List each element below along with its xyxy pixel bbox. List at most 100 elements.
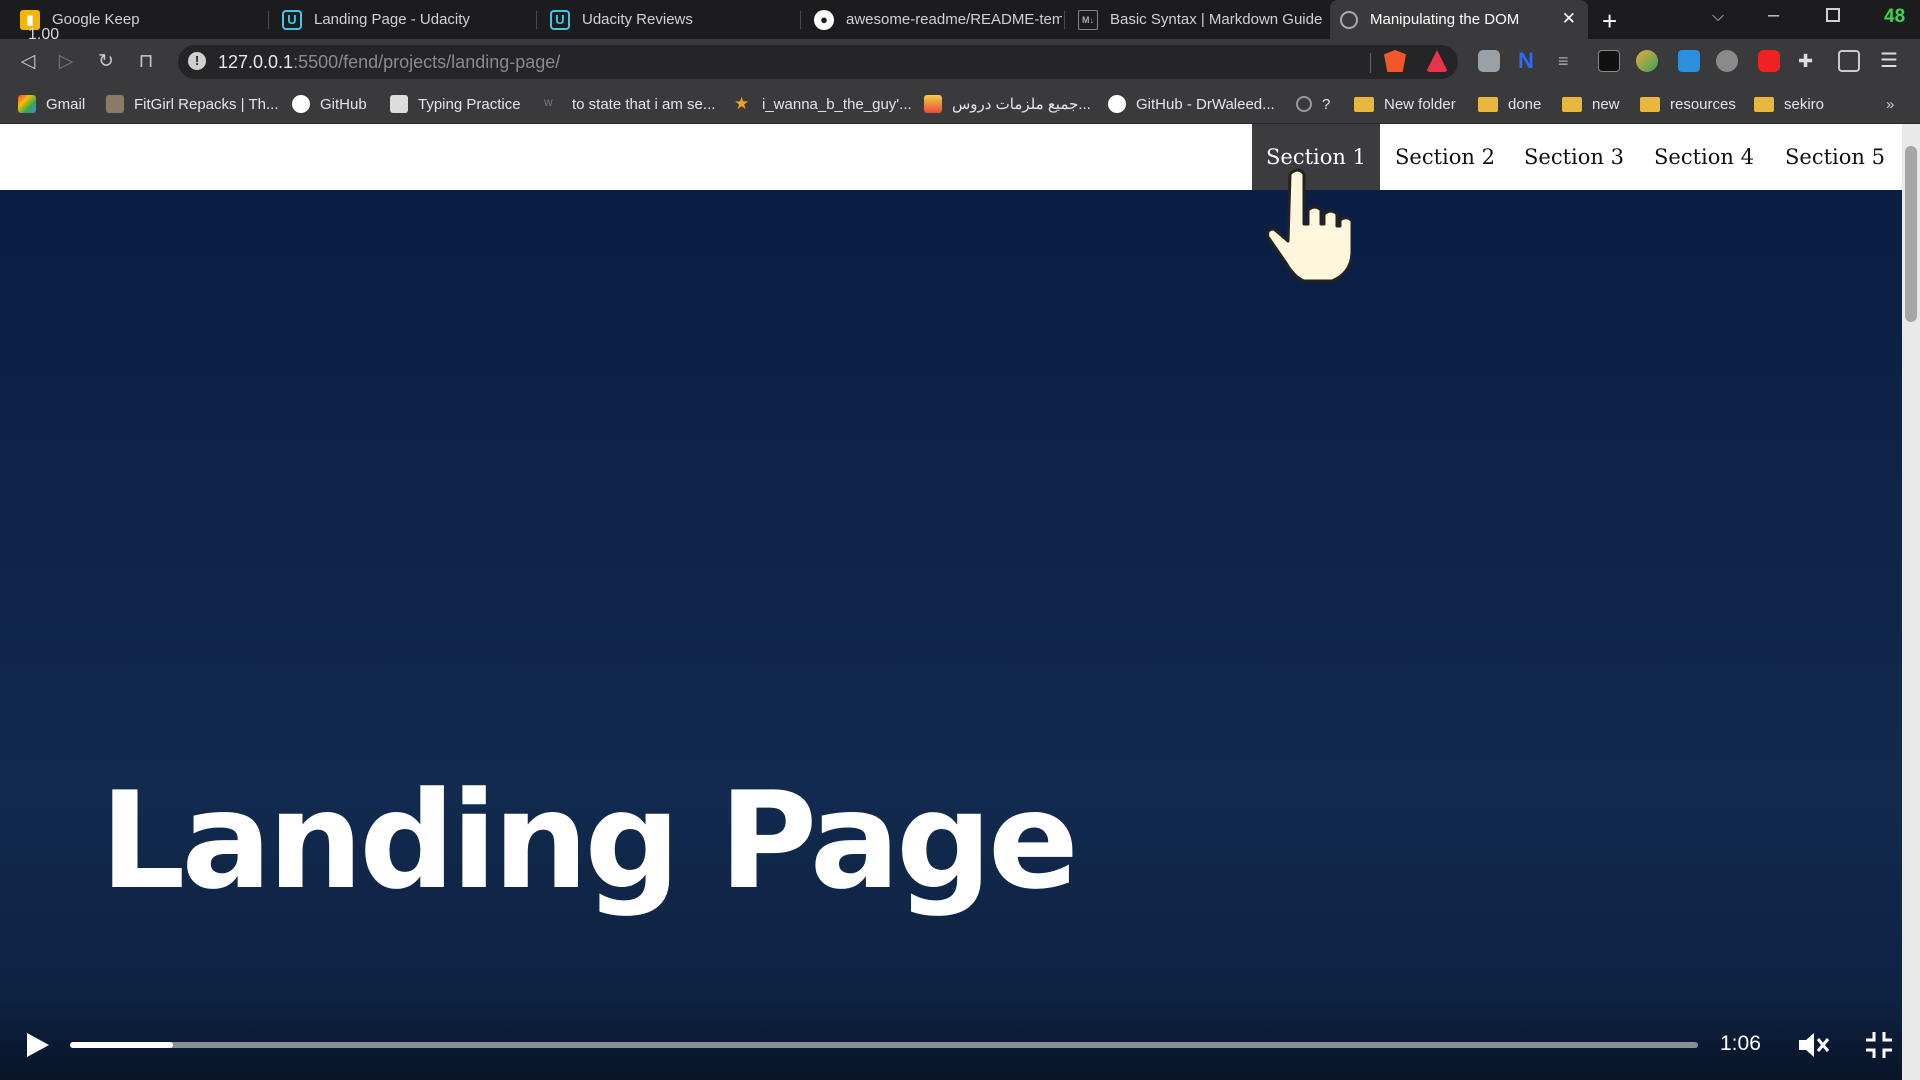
folder-icon: [1562, 96, 1582, 112]
nav-section-4[interactable]: Section 4: [1640, 124, 1768, 190]
tab-landing-page-udacity[interactable]: U Landing Page - Udacity: [272, 0, 534, 39]
url-path: :5500/fend/projects/landing-page/: [293, 52, 561, 72]
exit-fullscreen-icon[interactable]: [1864, 1030, 1894, 1060]
video-progress-fill: [70, 1042, 173, 1048]
wallet-icon[interactable]: [1838, 50, 1860, 72]
menu-icon[interactable]: ☰: [1880, 50, 1902, 72]
forward-icon[interactable]: ▷: [52, 47, 80, 75]
site-info-icon[interactable]: !: [188, 52, 206, 70]
bookmark-label: to state that i am se...: [572, 95, 716, 113]
tab-label: Udacity Reviews: [582, 11, 693, 28]
close-tab-icon[interactable]: ✕: [1562, 9, 1576, 29]
tab-label: awesome-readme/README-tem: [846, 11, 1062, 28]
bookmark-folder-done[interactable]: done: [1478, 92, 1541, 116]
udacity-icon: U: [550, 9, 570, 30]
camera-extension-icon[interactable]: [1478, 50, 1500, 72]
bookmark-label: GitHub - DrWaleed...: [1136, 95, 1275, 113]
page-scrollbar[interactable]: [1902, 124, 1920, 1080]
folder-icon: [1478, 96, 1498, 112]
bookmark-gmail[interactable]: Gmail: [18, 92, 85, 116]
bookmark-label: GitHub: [320, 95, 367, 113]
globe-icon: [1296, 96, 1312, 112]
tab-separator: [1064, 11, 1065, 29]
bookmarks-bar: Gmail FitGirl Repacks | Th... GitHub Typ…: [0, 84, 1920, 124]
nav-section-3[interactable]: Section 3: [1510, 124, 1638, 190]
tab-label: Manipulating the DOM: [1370, 11, 1520, 28]
tab-separator: [800, 11, 801, 29]
back-icon[interactable]: ◁: [14, 47, 42, 75]
bookmark-state[interactable]: w to state that i am se...: [544, 92, 715, 116]
bookmark-github[interactable]: GitHub: [292, 92, 367, 116]
toolbar-divider: [1370, 53, 1371, 73]
bookmark-iwanna[interactable]: ★ i_wanna_b_the_guy'...: [734, 92, 912, 116]
bookmark-icon[interactable]: ⊓: [132, 47, 160, 75]
address-url: 127.0.0.1:5500/fend/projects/landing-pag…: [218, 52, 560, 73]
window-extension-icon[interactable]: [1678, 50, 1700, 72]
window-counter: 48: [1884, 6, 1906, 27]
video-progress-bar[interactable]: [70, 1042, 1698, 1048]
folder-icon: [1754, 96, 1774, 112]
typing-icon: [390, 95, 408, 113]
bookmarks-more-chevron-icon[interactable]: »: [1886, 92, 1894, 116]
github-icon: ●: [814, 9, 834, 30]
bookmark-question[interactable]: ?: [1296, 92, 1330, 116]
bookmark-folder-new[interactable]: new: [1562, 92, 1620, 116]
bookmark-label: FitGirl Repacks | Th...: [134, 95, 279, 113]
folder-icon: [1640, 96, 1660, 112]
bookmark-github-drwaleed[interactable]: GitHub - DrWaleed...: [1108, 92, 1275, 116]
puzzle-extensions-icon[interactable]: ✚: [1798, 50, 1820, 72]
bookmark-typing-practice[interactable]: Typing Practice: [390, 92, 521, 116]
browser-toolbar: ◁ ▷ ↻ ⊓ ! 127.0.0.1:5500/fend/projects/l…: [0, 39, 1920, 84]
tab-strip: ▮ Google Keep U Landing Page - Udacity U…: [0, 0, 1920, 43]
nav-section-2[interactable]: Section 2: [1382, 124, 1508, 190]
bookmark-folder-resources[interactable]: resources: [1640, 92, 1736, 116]
tab-search-chevron-icon[interactable]: ⌵: [1712, 8, 1724, 26]
fitgirl-icon: [106, 95, 124, 113]
people-extension-icon[interactable]: [1636, 50, 1658, 72]
video-timecode: 1:06: [1720, 1032, 1761, 1055]
game-extension-icon[interactable]: [1716, 50, 1738, 72]
github-icon: [1108, 95, 1126, 113]
url-host: 127.0.0.1: [218, 52, 294, 72]
markdown-icon: M↓: [1078, 9, 1098, 30]
video-controls: 1:06: [0, 1000, 1902, 1080]
bookmark-folder-sekiro[interactable]: sekiro: [1754, 92, 1824, 116]
tab-markdown-guide[interactable]: M↓ Basic Syntax | Markdown Guide: [1068, 0, 1326, 39]
new-tab-icon[interactable]: +: [1602, 6, 1617, 37]
section-navbar: Section 1 Section 2 Section 3 Section 4 …: [0, 124, 1902, 190]
folder-icon: [1354, 96, 1374, 112]
bookmark-label: ?: [1322, 95, 1331, 113]
youtube-extension-icon[interactable]: [1758, 50, 1780, 72]
lock-extension-icon[interactable]: [1598, 50, 1620, 72]
bookmark-label: resources: [1670, 95, 1736, 113]
tab-separator: [268, 11, 269, 29]
address-bar[interactable]: ! 127.0.0.1:5500/fend/projects/landing-p…: [178, 45, 1458, 79]
bookmark-label: done: [1508, 95, 1542, 113]
globe-icon: [1340, 10, 1358, 29]
star-icon: ★: [734, 94, 750, 113]
bookmark-fitgirl[interactable]: FitGirl Repacks | Th...: [106, 92, 279, 116]
tab-label: Google Keep: [52, 11, 140, 28]
n-extension-icon[interactable]: N: [1518, 50, 1540, 72]
tab-separator: [536, 11, 537, 29]
restore-icon[interactable]: [1826, 8, 1840, 22]
muted-volume-icon[interactable]: [1796, 1028, 1830, 1062]
bookmark-label: i_wanna_b_the_guy'...: [762, 95, 912, 113]
bookmark-label: New folder: [1384, 95, 1456, 113]
tab-udacity-reviews[interactable]: U Udacity Reviews: [540, 0, 798, 39]
bookmark-arabic[interactable]: جميع ملزمات دروس...: [924, 92, 1091, 116]
bookmark-label: Typing Practice: [418, 95, 521, 113]
scrollbar-thumb[interactable]: [1905, 146, 1917, 322]
tab-awesome-readme[interactable]: ● awesome-readme/README-tem: [804, 0, 1062, 39]
reload-icon[interactable]: ↻: [92, 47, 120, 75]
minimize-icon[interactable]: –: [1768, 4, 1779, 27]
bookmark-folder-new-folder[interactable]: New folder: [1354, 92, 1456, 116]
hero-title: Landing Page: [100, 762, 1079, 919]
bookmark-label: Gmail: [46, 95, 86, 113]
play-icon[interactable]: [22, 1030, 52, 1060]
nav-section-5[interactable]: Section 5: [1770, 124, 1900, 190]
list-extension-icon[interactable]: ≡: [1558, 50, 1580, 72]
tab-manipulating-the-dom[interactable]: Manipulating the DOM ✕: [1330, 0, 1588, 39]
bookmark-label: new: [1592, 95, 1620, 113]
brave-shields-icon[interactable]: [1384, 50, 1406, 72]
